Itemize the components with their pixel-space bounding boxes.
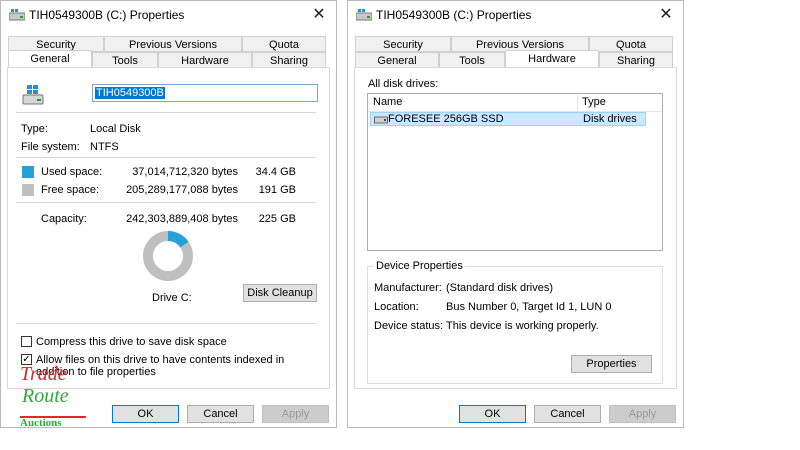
tab-hardware[interactable]: Hardware	[158, 52, 252, 68]
capacity-bytes: 242,303,889,408 bytes	[126, 213, 238, 225]
close-icon[interactable]: ✕	[655, 4, 677, 26]
cancel-button[interactable]: Cancel	[534, 405, 601, 423]
tab-tools[interactable]: Tools	[439, 52, 505, 68]
column-type[interactable]: Type	[582, 96, 606, 108]
window-title: TIH0549300B (C:) Properties	[376, 8, 532, 22]
ok-button[interactable]: OK	[459, 405, 526, 423]
free-space-label: Free space:	[41, 184, 100, 196]
used-space-bytes: 37,014,712,320 bytes	[132, 166, 238, 178]
manufacturer-label: Manufacturer:	[374, 282, 442, 294]
manufacturer-value: (Standard disk drives)	[446, 282, 553, 294]
drive-type: Disk drives	[583, 113, 637, 125]
close-icon[interactable]: ✕	[308, 4, 330, 26]
logo-line-route: Route	[22, 385, 69, 407]
trade-route-auctions-logo: Trade Route Auctions	[20, 362, 90, 432]
device-status-label: Device status:	[374, 320, 444, 332]
tab-quota[interactable]: Quota	[242, 36, 326, 52]
free-space-swatch	[22, 184, 34, 196]
tab-tools[interactable]: Tools	[92, 52, 158, 68]
divider	[16, 157, 316, 158]
hardware-properties-dialog: TIH0549300B (C:) Properties ✕ Security P…	[347, 0, 684, 428]
drive-label-input[interactable]: TIH0549300B	[92, 84, 318, 102]
device-status-value: This device is working properly.	[446, 320, 599, 332]
compress-checkbox[interactable]	[21, 336, 32, 347]
logo-line-auctions: Auctions	[20, 417, 62, 429]
device-properties-group: Device Properties Manufacturer: (Standar…	[367, 260, 663, 384]
drive-label-value: TIH0549300B	[95, 87, 165, 99]
type-label: Type:	[21, 123, 48, 135]
drive-icon	[9, 9, 25, 21]
ok-button[interactable]: OK	[112, 405, 179, 423]
disk-cleanup-label: Disk Cleanup	[247, 287, 313, 299]
divider	[16, 323, 316, 324]
disk-usage-donut	[143, 231, 193, 281]
tab-previous-versions[interactable]: Previous Versions	[104, 36, 242, 52]
list-item[interactable]: FORESEE 256GB SSD Disk drives	[370, 112, 646, 126]
location-value: Bus Number 0, Target Id 1, LUN 0	[446, 301, 612, 313]
disk-drive-icon	[374, 116, 388, 124]
used-space-label: Used space:	[41, 166, 103, 178]
tab-sharing[interactable]: Sharing	[252, 52, 326, 68]
drive-icon	[356, 9, 372, 21]
free-space-bytes: 205,289,177,088 bytes	[126, 184, 238, 196]
title-bar: TIH0549300B (C:) Properties ✕	[1, 1, 336, 29]
disk-drives-list[interactable]: Name Type FORESEE 256GB SSD Disk drives	[367, 93, 663, 251]
type-value: Local Disk	[90, 123, 141, 135]
used-space-gb: 34.4 GB	[255, 166, 296, 178]
logo-line-trade: Trade	[20, 363, 67, 385]
window-title: TIH0549300B (C:) Properties	[29, 8, 185, 22]
location-label: Location:	[374, 301, 419, 313]
drive-caption: Drive C:	[152, 292, 192, 304]
free-space-gb: 191 GB	[258, 184, 296, 196]
tab-sharing[interactable]: Sharing	[599, 52, 673, 68]
apply-button[interactable]: Apply	[262, 405, 329, 423]
compress-label: Compress this drive to save disk space	[36, 336, 227, 348]
cancel-button[interactable]: Cancel	[187, 405, 254, 423]
drive-icon	[22, 85, 44, 105]
column-name[interactable]: Name	[373, 96, 402, 108]
capacity-gb: 225 GB	[258, 213, 296, 225]
title-bar: TIH0549300B (C:) Properties ✕	[348, 1, 683, 29]
divider	[16, 112, 316, 113]
capacity-label: Capacity:	[41, 213, 87, 225]
column-separator	[577, 94, 578, 111]
tab-quota[interactable]: Quota	[589, 36, 673, 52]
device-properties-title: Device Properties	[374, 260, 465, 272]
apply-button[interactable]: Apply	[609, 405, 676, 423]
divider	[16, 202, 316, 203]
file-system-value: NTFS	[90, 141, 119, 153]
properties-button[interactable]: Properties	[571, 355, 652, 373]
general-tab-panel: TIH0549300B Type: Local Disk File system…	[7, 67, 330, 389]
file-system-label: File system:	[21, 141, 80, 153]
tab-security[interactable]: Security	[355, 36, 451, 52]
disk-cleanup-button[interactable]: Disk Cleanup	[243, 284, 317, 302]
all-disk-drives-label: All disk drives:	[368, 78, 439, 90]
hardware-tab-panel: All disk drives: Name Type FORESEE 256GB…	[354, 67, 677, 389]
drive-name: FORESEE 256GB SSD	[388, 113, 504, 125]
used-space-swatch	[22, 166, 34, 178]
list-header: Name Type	[368, 94, 662, 112]
tab-general[interactable]: General	[355, 52, 439, 68]
